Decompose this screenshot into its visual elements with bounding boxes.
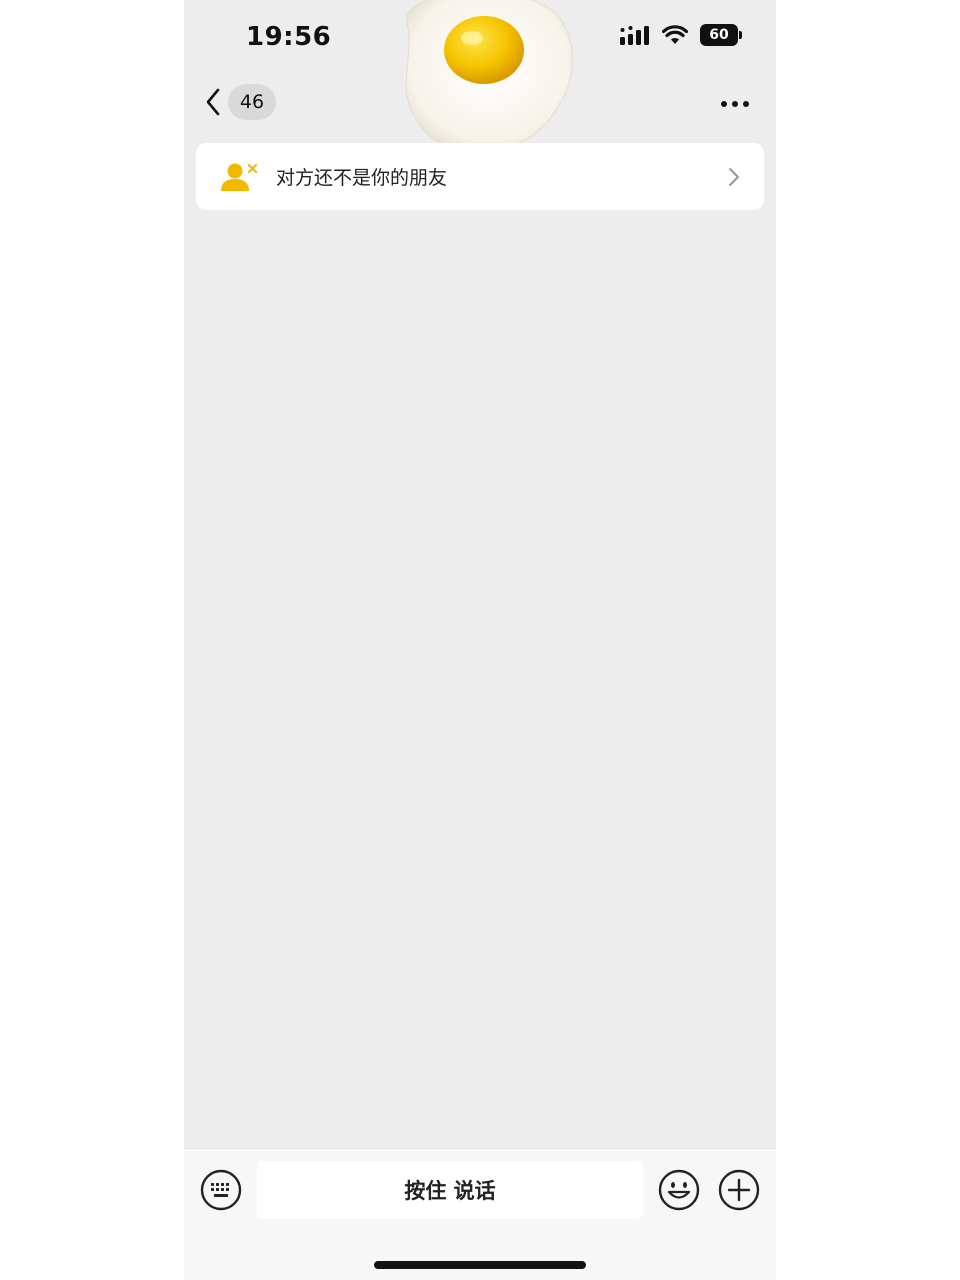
- home-indicator: [374, 1261, 586, 1269]
- signal-icon: [620, 26, 649, 45]
- battery-icon: 60: [700, 24, 742, 46]
- fried-egg-sticker: [405, 0, 573, 152]
- battery-level: 60: [709, 27, 729, 43]
- user-remove-icon: [221, 163, 258, 191]
- chat-screen: 19:56 60 46 对方还不是你的朋友 按住 说话: [184, 0, 776, 1280]
- banner-text: 对方还不是你的朋友: [276, 167, 448, 189]
- chevron-right-icon: [729, 168, 739, 186]
- status-icons: 60: [620, 24, 742, 46]
- wifi-icon: [662, 25, 688, 44]
- back-button[interactable]: 46: [204, 84, 276, 120]
- chat-input-bar: 按住 说话: [184, 1148, 776, 1280]
- more-icon[interactable]: [720, 96, 750, 112]
- hold-to-talk-button[interactable]: 按住 说话: [257, 1161, 643, 1219]
- status-time: 19:56: [246, 22, 332, 52]
- chevron-left-icon: [206, 88, 220, 116]
- not-friend-banner[interactable]: 对方还不是你的朋友: [196, 143, 764, 210]
- unread-count-badge: 46: [228, 84, 276, 120]
- plus-icon[interactable]: [718, 1169, 760, 1211]
- keyboard-icon[interactable]: [200, 1169, 242, 1211]
- emoji-icon[interactable]: [658, 1169, 700, 1211]
